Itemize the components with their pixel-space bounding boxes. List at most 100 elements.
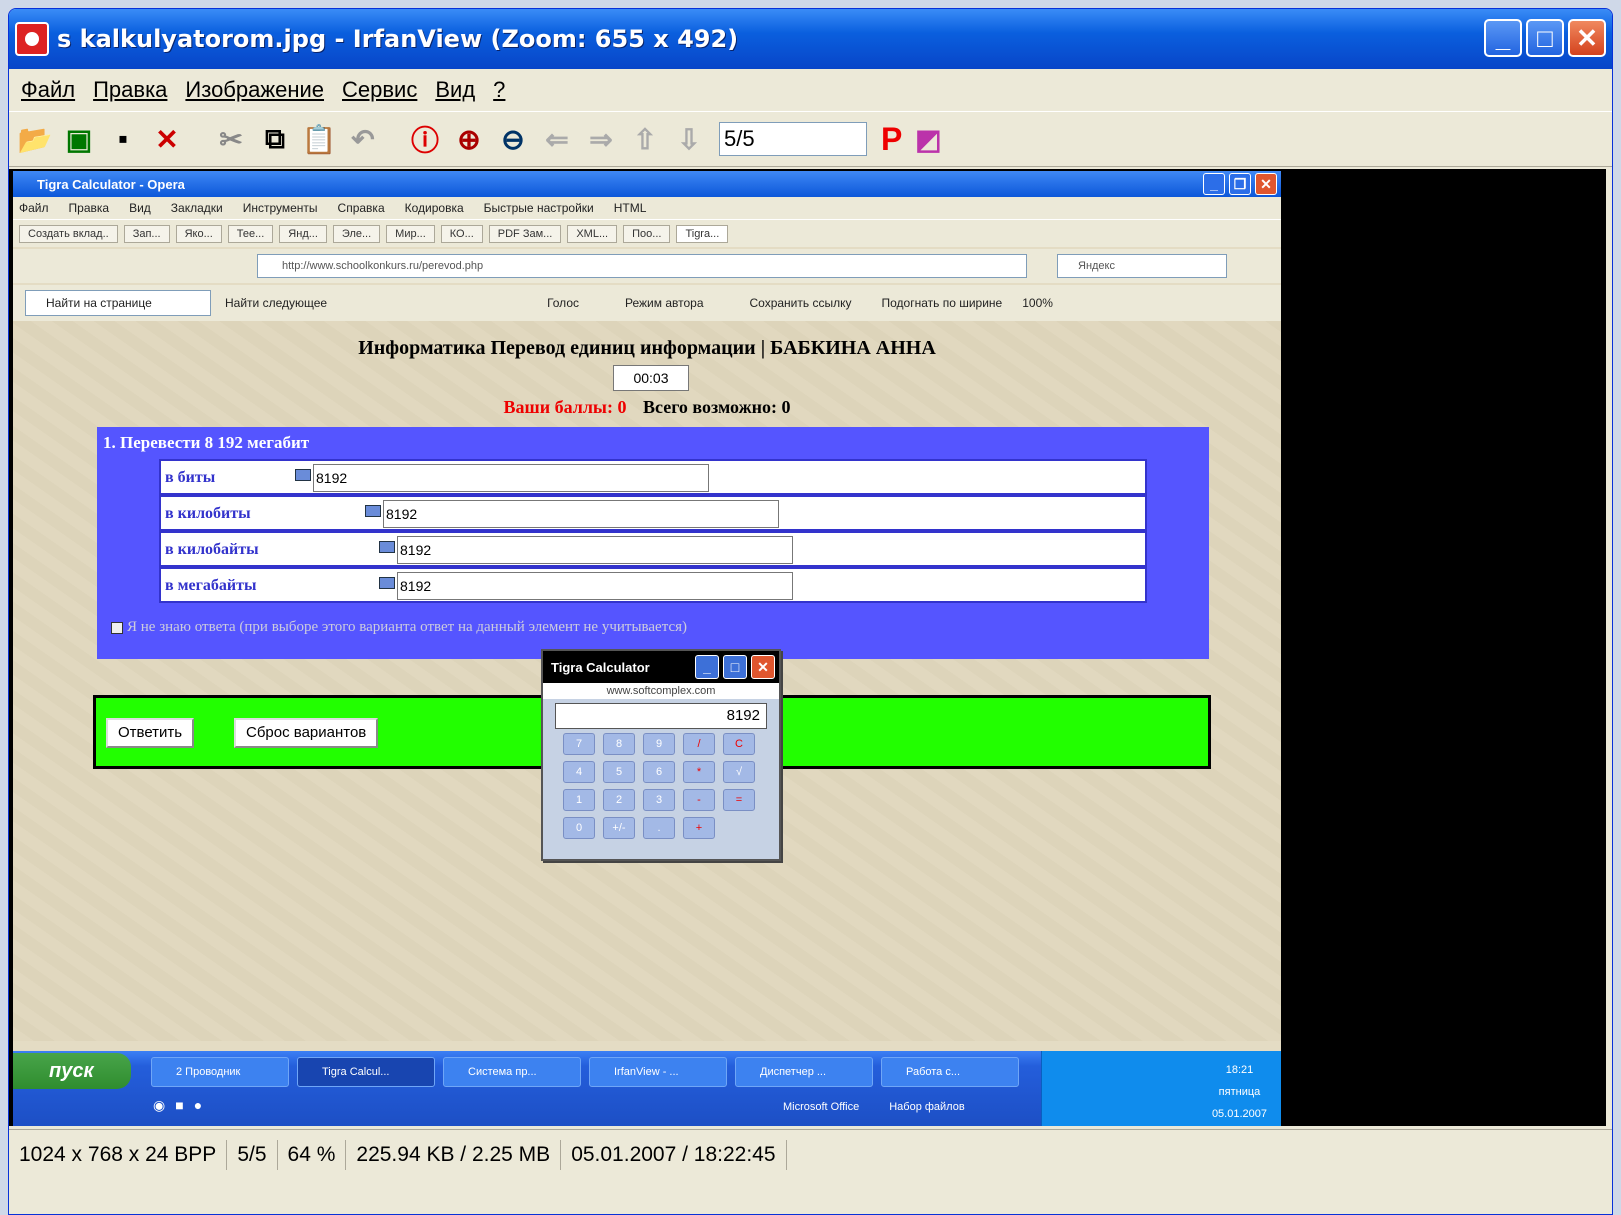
xp-taskbar: пуск 2 Проводник Tigra Calcul... Система… [13,1051,1281,1126]
opera-minimize-icon: _ [1203,173,1225,195]
first-icon[interactable]: ⇧ [627,121,663,157]
opera-menu-item: Кодировка [404,201,464,215]
task-item: Работа с... [881,1057,1019,1087]
start-button: пуск [13,1053,131,1089]
opera-menu-item: Вид [129,201,151,215]
status-zoom: 64 % [278,1140,347,1170]
opera-tab: Создать вклад.. [19,224,118,243]
slideshow-icon[interactable]: ◩ [910,121,946,157]
answer-row: в килобайты 8192 [159,531,1147,567]
row-label: в мегабайты [165,577,257,594]
menu-bar: Файл Правка Изображение Сервис Вид ? [9,69,1612,111]
reset-button: Сброс вариантов [234,718,379,748]
opera-menu-item: Закладки [170,201,223,215]
cut-icon[interactable]: ✂ [213,121,249,157]
image-viewport: Tigra Calculator - Opera _ ❐ ✕ Файл Прав… [9,169,1606,1126]
clock-day: пятница [1218,1086,1261,1098]
task-item: IrfanView - ... [589,1057,727,1087]
title-bar[interactable]: s kalkulyatorom.jpg - IrfanView (Zoom: 6… [9,9,1612,69]
menu-help[interactable]: ? [493,77,505,103]
page-counter[interactable]: 5/5 [719,122,867,156]
opera-menu-item: Инструменты [242,201,318,215]
calc-key: 3 [643,789,675,811]
calc-keypad: 7 8 9 / C 4 5 6 * √ 1 2 3 - = 0 +/- . + [563,733,779,839]
minimize-button[interactable]: _ [1484,19,1522,57]
window-title: s kalkulyatorom.jpg - IrfanView (Zoom: 6… [57,25,739,53]
save-icon[interactable]: ▪ [105,121,141,157]
open-folder-icon[interactable]: 📂 [17,121,53,157]
calc-minimize-icon: _ [695,655,719,679]
answer-input: 8192 [397,572,793,600]
task-item: 2 Проводник [151,1057,289,1087]
opera-links-bar: Найти на странице Найти следующее Голос … [13,285,1281,321]
previous-icon[interactable]: ⇐ [539,121,575,157]
zoom-in-icon[interactable]: ⊕ [451,121,487,157]
calc-display: 8192 [555,703,767,729]
zoom-out-icon[interactable]: ⊖ [495,121,531,157]
opera-link: Подогнать по ширине [881,296,1003,310]
menu-options[interactable]: Сервис [342,77,417,103]
answer-input: 8192 [383,500,779,528]
calculator-icon [295,469,311,481]
opera-tab: Tigra... [676,224,729,243]
next-icon[interactable]: ⇒ [583,121,619,157]
status-filesize: 225.94 KB / 2.25 MB [346,1140,562,1170]
menu-edit[interactable]: Правка [93,77,167,103]
opera-tab: Зап... [123,224,170,243]
opera-restore-icon: ❐ [1229,173,1251,195]
opera-tab: Эле... [332,224,381,243]
copy-icon[interactable]: ⧉ [257,121,293,157]
undo-icon[interactable]: ↶ [345,121,381,157]
calc-maximize-icon: □ [723,655,747,679]
screenshot-image: Tigra Calculator - Opera _ ❐ ✕ Файл Прав… [13,171,1281,1126]
office-label: Microsoft Office [783,1101,860,1113]
opera-address-bar: http://www.schoolkonkurs.ru/perevod.php … [13,249,1281,283]
calc-key: +/- [603,817,635,839]
opera-tab: КО... [440,224,483,243]
opera-menu: Файл Правка Вид Закладки Инструменты Спр… [13,197,1281,219]
clock: 18:21 пятница 05.01.2007 [1212,1059,1267,1125]
calc-key: 7 [563,733,595,755]
opera-icon: ● [193,1097,203,1113]
answer-row: в мегабайты 8192 [159,567,1147,603]
quick-launch: ◉ ■ ● [153,1097,202,1114]
paint-dialog-icon[interactable]: P [881,121,902,158]
office-bar: Microsoft Office Набор файлов [783,1101,965,1113]
ie-icon: ◉ [153,1097,166,1113]
opera-find-field: Найти на странице [25,290,211,316]
timer: 00:03 [613,365,689,391]
calc-close-icon: ✕ [751,655,775,679]
row-label: в килобайты [165,541,259,558]
calc-key: C [723,733,755,755]
status-page: 5/5 [227,1140,278,1170]
task-list: 2 Проводник Tigra Calcul... Система пр..… [151,1057,1019,1087]
answer-row: в килобиты 8192 [159,495,1147,531]
opera-tab: Яко... [175,224,222,243]
opera-tab: Мир... [386,224,435,243]
status-datetime: 05.01.2007 / 18:22:45 [561,1140,787,1170]
clock-date: 05.01.2007 [1211,1108,1267,1120]
status-resolution: 1024 x 768 x 24 BPP [9,1140,228,1170]
maximize-button[interactable]: □ [1526,19,1564,57]
close-button[interactable]: ✕ [1568,19,1606,57]
answer-input: 8192 [313,464,709,492]
calc-key: = [723,789,755,811]
status-bar: 1024 x 768 x 24 BPP 5/5 64 % 225.94 KB /… [9,1129,1612,1214]
folder-icon: ■ [175,1097,184,1113]
thumbnails-icon[interactable]: ▣ [61,121,97,157]
menu-file[interactable]: Файл [21,77,75,103]
score-line: Ваши баллы: 0 Всего возможно: 0 [13,397,1281,418]
files-label: Набор файлов [889,1101,965,1113]
info-icon[interactable]: ⓘ [407,121,443,157]
menu-view[interactable]: Вид [435,77,475,103]
calc-key: 9 [643,733,675,755]
dont-know-checkbox: Я не знаю ответа (при выборе этого вариа… [111,619,687,636]
opera-title-bar: Tigra Calculator - Opera _ ❐ ✕ [13,171,1281,197]
calculator-icon [365,505,381,517]
delete-icon[interactable]: ✕ [149,121,185,157]
last-icon[interactable]: ⇩ [671,121,707,157]
calc-key: . [643,817,675,839]
menu-image[interactable]: Изображение [185,77,324,103]
calc-url: www.softcomplex.com [543,683,779,699]
paste-icon[interactable]: 📋 [301,121,337,157]
